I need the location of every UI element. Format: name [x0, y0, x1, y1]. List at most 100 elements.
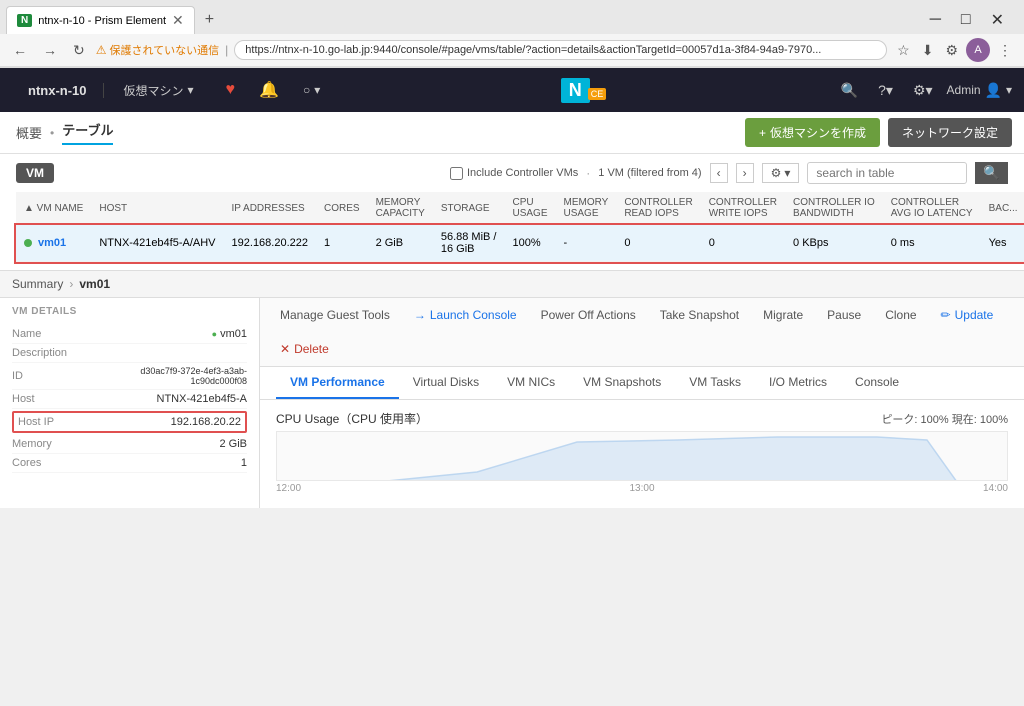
nav-vm-menu[interactable]: 仮想マシン ▾ — [112, 68, 206, 112]
detail-memory-row: Memory 2 GiB — [12, 435, 247, 454]
memory-chart-header: Memory Usage（メモリー使用率） ピーク: 0.01% 現在: — [276, 506, 1008, 508]
close-window-button[interactable]: ✕ — [981, 6, 1014, 34]
col-ip[interactable]: IP ADDRESSES — [224, 192, 316, 225]
table-row[interactable]: vm01 NTNX-421eb4f5-A/AHV 192.168.20.222 … — [16, 225, 1024, 262]
separator: | — [225, 43, 228, 57]
cell-vm-name[interactable]: vm01 — [16, 225, 91, 262]
content-tabs: VM Performance Virtual Disks VM NICs VM … — [260, 367, 1024, 400]
bookmark-button[interactable]: ☆ — [893, 40, 914, 61]
delete-button[interactable]: ✕ Delete — [276, 340, 333, 358]
settings-button[interactable]: ⚙▾ — [907, 78, 939, 103]
tab-vm-nics[interactable]: VM NICs — [493, 367, 569, 399]
search-input[interactable] — [807, 162, 967, 184]
tab-virtual-disks[interactable]: Virtual Disks — [399, 367, 493, 399]
minimize-button[interactable]: ─ — [920, 7, 951, 33]
column-settings-button[interactable]: ⚙ ▾ — [762, 163, 800, 183]
charts-area: CPU Usage（CPU 使用率） ピーク: 100% 現在: 100% — [260, 400, 1024, 508]
id-value: d30ac7f9-372e-4ef3-a3ab-1c90dc000f08 — [97, 366, 247, 386]
vm-status-dot — [24, 239, 32, 247]
cpu-chart-svg — [277, 432, 1007, 480]
cell-storage: 56.88 MiB /16 GiB — [433, 225, 505, 262]
memory-label: Memory — [12, 438, 52, 450]
vm-details-panel: VM DETAILS Name ● vm01 Description ID — [0, 298, 260, 508]
admin-menu[interactable]: Admin 👤 ▾ — [947, 82, 1012, 99]
active-browser-tab[interactable]: N ntnx-n-10 - Prism Element ✕ — [6, 6, 195, 34]
url-input[interactable]: https://ntnx-n-10.go-lab.jp:9440/console… — [234, 40, 887, 60]
manage-guest-tools-button[interactable]: Manage Guest Tools — [276, 306, 394, 324]
bc-vmname[interactable]: vm01 — [79, 277, 110, 291]
nav-health-icon[interactable]: ♥ — [214, 68, 248, 112]
tab-vm-performance[interactable]: VM Performance — [276, 367, 399, 399]
col-host[interactable]: HOST — [91, 192, 223, 225]
col-vm-name[interactable]: ▲ VM NAME — [16, 192, 91, 225]
forward-button[interactable]: → — [38, 40, 62, 60]
cpu-x-label-3: 14:00 — [983, 483, 1008, 494]
bell-icon: 🔔 — [259, 80, 279, 100]
search-button[interactable]: 🔍 — [835, 78, 864, 103]
prev-page-button[interactable]: ‹ — [710, 163, 728, 183]
create-vm-button[interactable]: + 仮想マシンを作成 — [745, 118, 880, 147]
clone-button[interactable]: Clone — [881, 306, 920, 324]
cpu-x-labels: 12:00 13:00 14:00 — [276, 481, 1008, 496]
col-controller-read[interactable]: CONTROLLERREAD IOPS — [616, 192, 700, 225]
breadcrumb-summary[interactable]: 概要 — [16, 123, 42, 142]
col-memory[interactable]: MEMORYCAPACITY — [368, 192, 433, 225]
tab-vm-tasks[interactable]: VM Tasks — [675, 367, 755, 399]
migrate-button[interactable]: Migrate — [759, 306, 807, 324]
new-tab-button[interactable]: + — [199, 11, 220, 29]
profile-avatar[interactable]: A — [966, 38, 990, 62]
host-value: NTNX-421eb4f5-A — [157, 393, 248, 405]
browser-icons: ☆ ⬇ ⚙ A ⋮ — [893, 38, 1016, 62]
tab-close-button[interactable]: ✕ — [172, 12, 184, 29]
col-cpu-usage[interactable]: CPUUSAGE — [504, 192, 555, 225]
col-controller-bw[interactable]: CONTROLLER IOBANDWIDTH — [785, 192, 883, 225]
id-label: ID — [12, 370, 23, 382]
site-name[interactable]: ntnx-n-10 — [12, 83, 104, 98]
col-storage[interactable]: STORAGE — [433, 192, 505, 225]
col-memory-usage[interactable]: MEMORYUSAGE — [556, 192, 617, 225]
reload-button[interactable]: ↻ — [68, 40, 90, 61]
vm-tag[interactable]: VM — [16, 163, 54, 183]
update-button[interactable]: ✏ Update — [937, 306, 998, 324]
cell-bac: Yes — [981, 225, 1024, 262]
menu-button[interactable]: ⋮ — [994, 40, 1016, 61]
nutanix-logo: N CE — [561, 78, 607, 103]
col-bac[interactable]: BAC... — [981, 192, 1024, 225]
breadcrumb-action-row: 概要 • テーブル + 仮想マシンを作成 ネットワーク設定 — [0, 112, 1024, 154]
controller-vms-checkbox[interactable] — [450, 167, 463, 180]
nav-circle-menu[interactable]: ○ ▾ — [291, 68, 332, 112]
col-controller-write[interactable]: CONTROLLERWRITE IOPS — [701, 192, 785, 225]
take-snapshot-button[interactable]: Take Snapshot — [656, 306, 743, 324]
main-content: 概要 • テーブル + 仮想マシンを作成 ネットワーク設定 VM Include — [0, 112, 1024, 508]
name-label: Name — [12, 328, 41, 340]
vm-name-text[interactable]: vm01 — [38, 237, 66, 249]
top-nav: ntnx-n-10 仮想マシン ▾ ♥ 🔔 ○ ▾ N CE 🔍 ?▾ ⚙▾ A… — [0, 68, 1024, 112]
power-off-button[interactable]: Power Off Actions — [537, 306, 640, 324]
host-ip-value: 192.168.20.22 — [171, 416, 241, 428]
help-button[interactable]: ?▾ — [872, 78, 899, 103]
back-button[interactable]: ← — [8, 40, 32, 60]
app-container: ntnx-n-10 仮想マシン ▾ ♥ 🔔 ○ ▾ N CE 🔍 ?▾ ⚙▾ A… — [0, 68, 1024, 508]
tab-console[interactable]: Console — [841, 367, 913, 399]
bc-summary[interactable]: Summary — [12, 277, 63, 291]
next-page-button[interactable]: › — [736, 163, 754, 183]
cell-host: NTNX-421eb4f5-A/AHV — [91, 225, 223, 262]
detail-host-row: Host NTNX-421eb4f5-A — [12, 390, 247, 409]
pause-button[interactable]: Pause — [823, 306, 865, 324]
network-settings-button[interactable]: ネットワーク設定 — [888, 118, 1012, 147]
nav-bell-icon[interactable]: 🔔 — [247, 68, 291, 112]
extensions-button[interactable]: ⚙ — [941, 40, 962, 61]
detail-split: VM DETAILS Name ● vm01 Description ID — [0, 298, 1024, 508]
breadcrumb-table[interactable]: テーブル — [62, 120, 113, 145]
launch-icon: → — [414, 308, 426, 322]
download-button[interactable]: ⬇ — [918, 40, 938, 61]
col-controller-latency[interactable]: CONTROLLERAVG IO LATENCY — [883, 192, 981, 225]
tab-io-metrics[interactable]: I/O Metrics — [755, 367, 841, 399]
search-button[interactable]: 🔍 — [975, 162, 1008, 184]
include-controller-checkbox[interactable]: Include Controller VMs — [450, 167, 578, 180]
maximize-button[interactable]: □ — [951, 7, 981, 33]
tab-vm-snapshots[interactable]: VM Snapshots — [569, 367, 675, 399]
host-ip-label: Host IP — [18, 416, 54, 428]
col-cores[interactable]: CORES — [316, 192, 368, 225]
launch-console-button[interactable]: → Launch Console — [410, 306, 521, 324]
